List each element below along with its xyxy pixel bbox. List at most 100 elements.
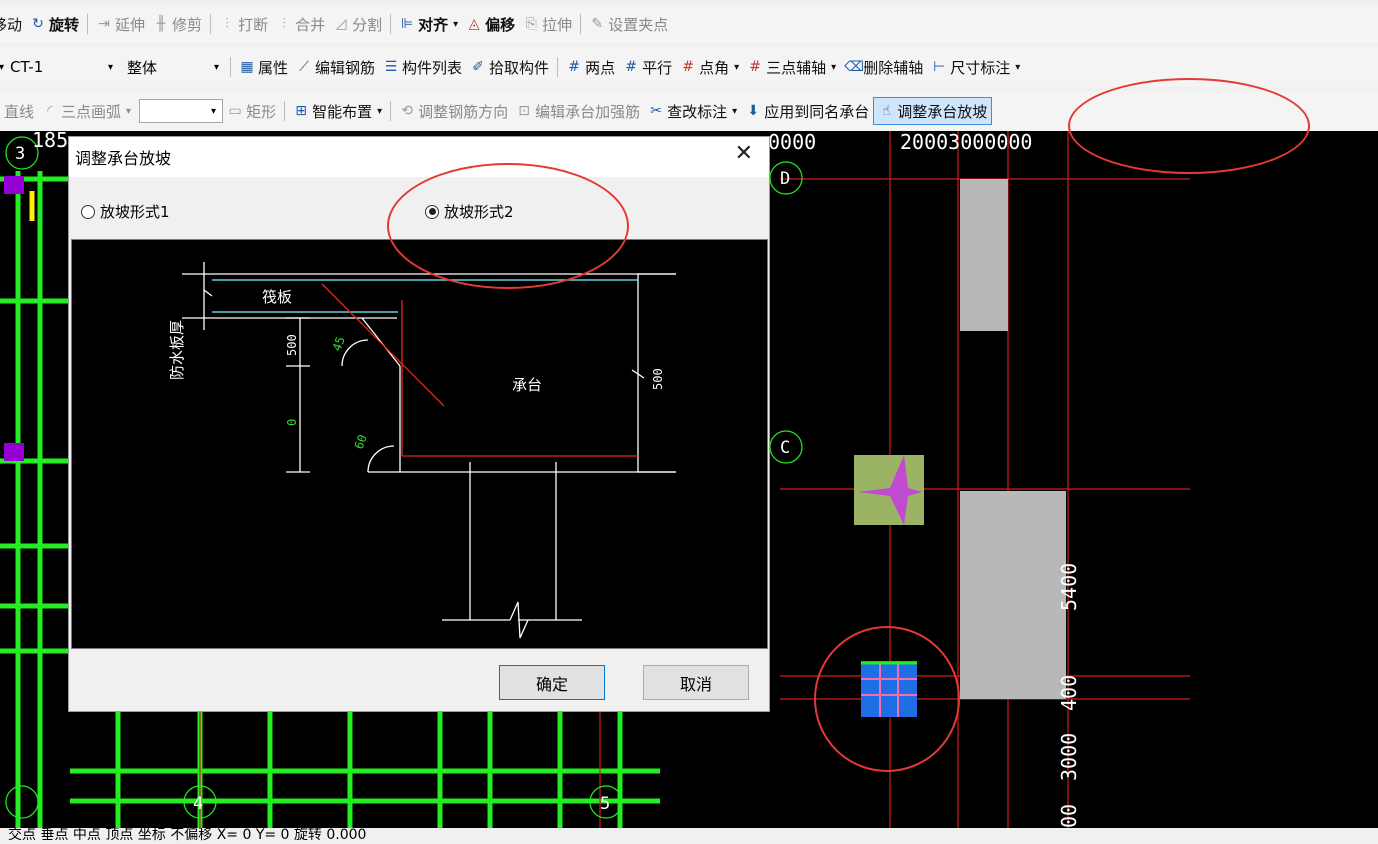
smart-place-button[interactable]: ⊞ 智能布置 ▾ xyxy=(289,98,386,124)
chevron-down-icon: ▾ xyxy=(453,18,459,30)
separator xyxy=(390,14,392,34)
rect-button[interactable]: ▭ 矩形 xyxy=(223,98,280,124)
merge-icon: ⫶ xyxy=(282,16,286,32)
align-button[interactable]: ⊫ 对齐 ▾ xyxy=(395,11,462,37)
rotate-icon: ↻ xyxy=(32,16,44,32)
cancel-button[interactable]: 取消 xyxy=(643,665,749,700)
column-marker xyxy=(4,176,24,194)
align-icon: ⊫ xyxy=(401,16,414,32)
label-icon: ✂ xyxy=(650,103,663,119)
extend-button[interactable]: ⇥ 延伸 xyxy=(92,11,149,37)
slab-block xyxy=(960,179,1008,331)
pick-component-button[interactable]: ✐ 拾取构件 xyxy=(466,54,553,80)
list-icon: ☰ xyxy=(384,59,398,75)
radio-circle xyxy=(425,204,439,219)
separator xyxy=(580,14,582,34)
rect-icon: ▭ xyxy=(228,103,242,119)
axis-label: 4 xyxy=(193,794,203,814)
dimension-text: 5400 xyxy=(1057,563,1081,611)
separator xyxy=(87,14,89,34)
chevron-down-icon: ▾ xyxy=(831,61,837,73)
pile-cap-selected xyxy=(861,661,917,717)
separator xyxy=(230,57,231,77)
grip-icon: ✎ xyxy=(591,16,604,32)
chevron-down-icon: ▾ xyxy=(377,105,383,117)
arc-button[interactable]: ◜ 三点画弧 ▾ xyxy=(38,98,135,124)
axis-label: 3 xyxy=(15,144,25,164)
rotate-button[interactable]: ↻ 旋转 xyxy=(26,11,83,37)
separator xyxy=(284,101,286,121)
slope-option-2-radio[interactable]: 放坡形式2 xyxy=(425,201,514,222)
axis-label: 5 xyxy=(600,794,610,814)
dimension-text: 400 xyxy=(1057,675,1081,711)
eraser-icon: ⌫ xyxy=(844,59,864,75)
slab-block xyxy=(960,491,1066,699)
chevron-down-icon: ▾ xyxy=(734,61,740,73)
reinforce-icon: ⊡ xyxy=(518,103,530,119)
separator xyxy=(390,101,392,121)
split-icon: ◿ xyxy=(335,16,347,32)
stretch-button[interactable]: ⎘ 拉伸 xyxy=(519,11,576,37)
component-select[interactable]: ▾ CT-1 ▾ xyxy=(0,55,120,79)
apply-same-button[interactable]: ⬇ 应用到同名承台 xyxy=(741,98,873,124)
break-icon: ⫶ xyxy=(225,16,229,32)
dimension-text: 0000 xyxy=(768,131,816,154)
dimension-button[interactable]: ⊢ 尺寸标注 ▾ xyxy=(927,54,1024,80)
parallel-icon: # xyxy=(625,59,637,75)
separator xyxy=(210,14,212,34)
merge-button[interactable]: ⫶ 合并 xyxy=(272,11,329,37)
axis-icon: # xyxy=(749,59,761,75)
arc-icon: ◜ xyxy=(47,103,53,119)
dimension-text: 00 xyxy=(1057,804,1081,828)
ok-button[interactable]: 确定 xyxy=(499,665,605,700)
chevron-down-icon: ▾ xyxy=(211,105,217,117)
split-button[interactable]: ◿ 分割 xyxy=(329,11,386,37)
slope-option-1-radio[interactable]: 放坡形式1 xyxy=(81,201,170,222)
trim-button[interactable]: ╫ 修剪 xyxy=(149,11,206,37)
point-angle-button[interactable]: # 点角 ▾ xyxy=(676,54,743,80)
break-button[interactable]: ⫶ 打断 xyxy=(215,11,272,37)
point-angle-icon: # xyxy=(682,59,694,75)
three-point-axis-button[interactable]: # 三点辅轴 ▾ xyxy=(743,54,840,80)
parallel-button[interactable]: # 平行 xyxy=(619,54,676,80)
chevron-down-icon: ▾ xyxy=(1015,61,1021,73)
diagram-dimension: 500 xyxy=(285,334,299,356)
close-icon[interactable]: ✕ xyxy=(735,143,753,165)
two-point-icon: # xyxy=(568,59,580,75)
edit-rebar-button[interactable]: ⟋ 编辑钢筋 xyxy=(292,54,379,80)
line-button[interactable]: 直线 xyxy=(0,98,38,124)
edit-reinforce-button[interactable]: ⊡ 编辑承台加强筋 xyxy=(512,98,644,124)
slope-diagram: 筏板 承台 防水板厚 500 500 0 45 60 xyxy=(168,262,676,639)
diagram-dimension: 500 xyxy=(651,368,665,390)
chevron-down-icon: ▾ xyxy=(732,105,738,117)
adjust-rebar-dir-button[interactable]: ⟲ 调整钢筋方向 xyxy=(395,98,512,124)
axis-label: C xyxy=(780,438,790,458)
scope-select[interactable]: 整体 ▾ xyxy=(120,55,226,79)
toolbar-component: ▾ CT-1 ▾ 整体 ▾ ▦ 属性 ⟋ 编辑钢筋 ☰ 构件列表 ✐ 拾取构件 # 两点 # 平行… xyxy=(0,47,1378,87)
grip-button[interactable]: ✎ 设置夹点 xyxy=(585,11,672,37)
properties-icon: ▦ xyxy=(240,59,254,75)
dialog-body: 放坡形式1 放坡形式2 筏板 承台 防水板厚 500 500 0 45 60 确… xyxy=(69,177,769,711)
offset-button[interactable]: ◬ 偏移 xyxy=(462,11,519,37)
diagram-label: 筏板 xyxy=(262,288,292,306)
move-button[interactable]: 移动 xyxy=(0,11,26,37)
adjust-slope-button[interactable]: ☝ 调整承台放坡 xyxy=(873,97,993,125)
stretch-icon: ⎘ xyxy=(525,16,537,32)
edit-label-button[interactable]: ✂ 查改标注 ▾ xyxy=(644,98,741,124)
column-marker xyxy=(4,443,24,461)
offset-icon: ◬ xyxy=(468,16,480,32)
radio-circle xyxy=(81,204,95,219)
diagram-label: 承台 xyxy=(512,376,542,394)
shape-select[interactable]: ▾ xyxy=(139,99,224,123)
component-list-button[interactable]: ☰ 构件列表 xyxy=(379,54,466,80)
extend-icon: ⇥ xyxy=(98,16,110,32)
axis-label: D xyxy=(780,169,790,189)
chevron-down-icon: ▾ xyxy=(107,61,113,73)
delete-axis-button[interactable]: ⌫ 删除辅轴 xyxy=(840,54,927,80)
pick-icon: ✐ xyxy=(472,59,484,75)
status-bar: 交点 垂点 中点 顶点 坐标 不偏移 X= 0 Y= 0 旋转 0.000 xyxy=(0,828,1378,844)
two-point-button[interactable]: # 两点 xyxy=(562,54,619,80)
separator xyxy=(557,57,559,77)
smart-place-icon: ⊞ xyxy=(295,103,307,119)
properties-button[interactable]: ▦ 属性 xyxy=(235,54,292,80)
